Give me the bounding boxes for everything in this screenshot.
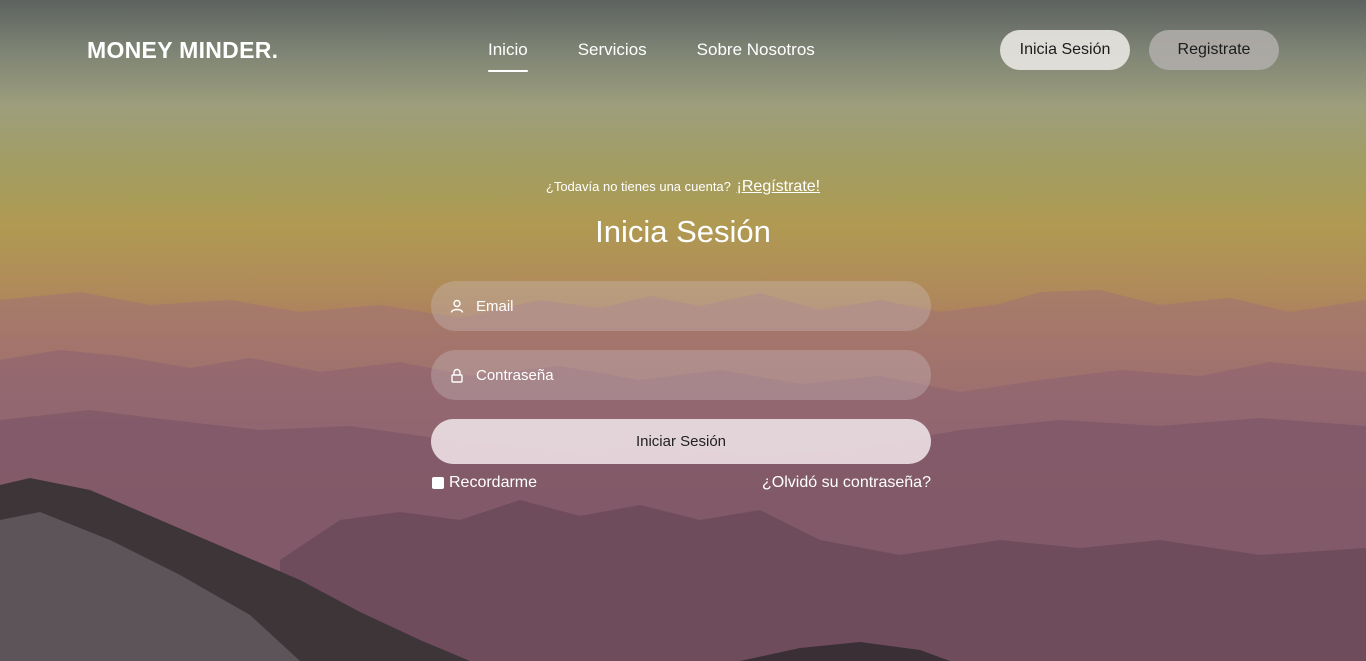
main-nav: Inicio Servicios Sobre Nosotros: [488, 40, 815, 72]
nav-item-sobre-nosotros[interactable]: Sobre Nosotros: [697, 40, 815, 68]
email-field[interactable]: [431, 281, 931, 331]
page-title: Inicia Sesión: [595, 214, 771, 249]
lock-icon: [451, 368, 463, 383]
signup-link[interactable]: ¡Regístrate!: [737, 178, 821, 195]
password-field[interactable]: [431, 350, 931, 400]
brand-logo[interactable]: MONEY MINDER.: [87, 37, 278, 64]
user-icon: [450, 299, 464, 313]
remember-label: Recordarme: [449, 474, 538, 491]
remember-me[interactable]: Recordarme: [432, 474, 537, 492]
forgot-password-link[interactable]: ¿Olvidó su contraseña?: [762, 474, 931, 492]
remember-checkbox[interactable]: [432, 477, 444, 489]
nav-item-inicio[interactable]: Inicio: [488, 40, 528, 72]
nav-item-servicios[interactable]: Servicios: [578, 40, 647, 68]
signup-prompt: ¿Todavía no tienes una cuenta? ¡Regístra…: [0, 178, 1366, 196]
header-register-button[interactable]: Registrate: [1149, 30, 1279, 70]
signup-prompt-text: ¿Todavía no tienes una cuenta?: [545, 179, 731, 194]
header-login-button[interactable]: Inicia Sesión: [1000, 30, 1130, 70]
password-input[interactable]: [476, 366, 896, 384]
email-input[interactable]: [476, 297, 896, 315]
login-submit-button[interactable]: Iniciar Sesión: [431, 419, 931, 464]
